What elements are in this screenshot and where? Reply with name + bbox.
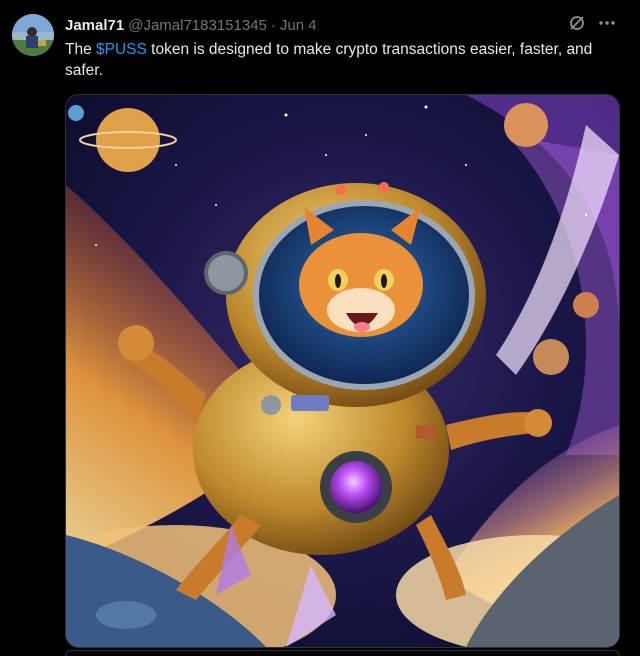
next-card-edge	[65, 650, 620, 656]
tweet-card[interactable]: Jamal71 @Jamal7183151345 · Jun 4 The $PU…	[0, 0, 640, 656]
more-options-icon[interactable]	[598, 14, 616, 32]
cashtag-link[interactable]: $PUSS	[96, 41, 147, 58]
grok-icon[interactable]	[568, 14, 586, 32]
separator-dot: ·	[270, 16, 276, 34]
tweet-actions	[568, 14, 616, 32]
tweet-text: The $PUSS token is designed to make cryp…	[65, 39, 625, 81]
tweet-date[interactable]: Jun 4	[280, 17, 317, 34]
tweet-text-before: The	[65, 41, 97, 58]
user-handle[interactable]: @Jamal7183151345	[128, 17, 267, 34]
display-name[interactable]: Jamal71	[65, 17, 124, 34]
tweet-image[interactable]	[65, 94, 620, 648]
avatar[interactable]	[12, 14, 54, 56]
tweet-header: Jamal71 @Jamal7183151345 · Jun 4	[65, 15, 620, 35]
